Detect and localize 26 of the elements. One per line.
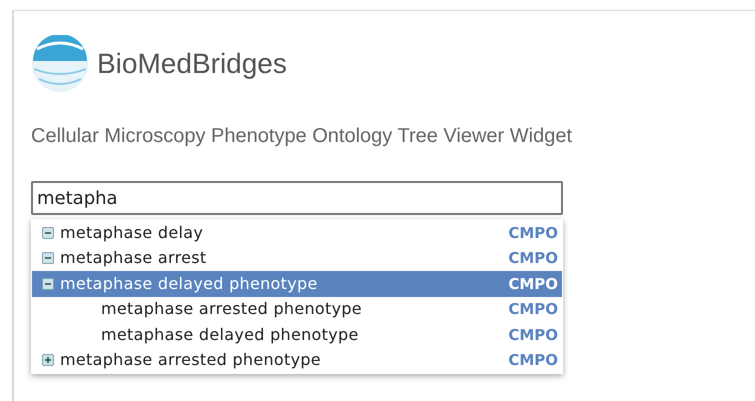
collapse-icon[interactable] [42,226,54,239]
result-item[interactable]: metaphase delay CMPO [32,220,562,246]
result-source: CMPO [508,299,558,320]
result-label: metaphase arrested phenotype [101,298,362,320]
search-field[interactable]: metapha [31,181,563,215]
result-source: CMPO [508,248,558,269]
result-item[interactable]: metaphase delayed phenotype CMPO [32,322,562,348]
result-item[interactable]: metaphase arrested phenotype CMPO [32,348,562,373]
result-label: metaphase delayed phenotype [60,272,318,295]
result-label: metaphase arrest [60,247,206,270]
result-label: metaphase delayed phenotype [101,324,359,346]
logo-icon [31,35,89,93]
result-source: CMPO [508,350,558,371]
page-title: Cellular Microscopy Phenotype Ontology Tree Viewer Widget [31,124,573,149]
result-item[interactable]: metaphase delayed phenotype CMPO [32,271,562,296]
result-label: metaphase arrested phenotype [60,349,321,372]
expand-icon[interactable] [42,354,54,366]
result-source: CMPO [508,324,558,346]
collapse-icon[interactable] [42,252,54,264]
result-item[interactable]: metaphase arrest CMPO [32,246,562,271]
collapse-icon[interactable] [42,278,54,290]
result-label: metaphase delay [60,222,204,244]
logo-text: BioMedBridges [97,47,287,81]
result-item[interactable]: metaphase arrested phenotype CMPO [32,296,562,322]
result-source: CMPO [508,274,558,294]
result-source: CMPO [508,222,558,244]
